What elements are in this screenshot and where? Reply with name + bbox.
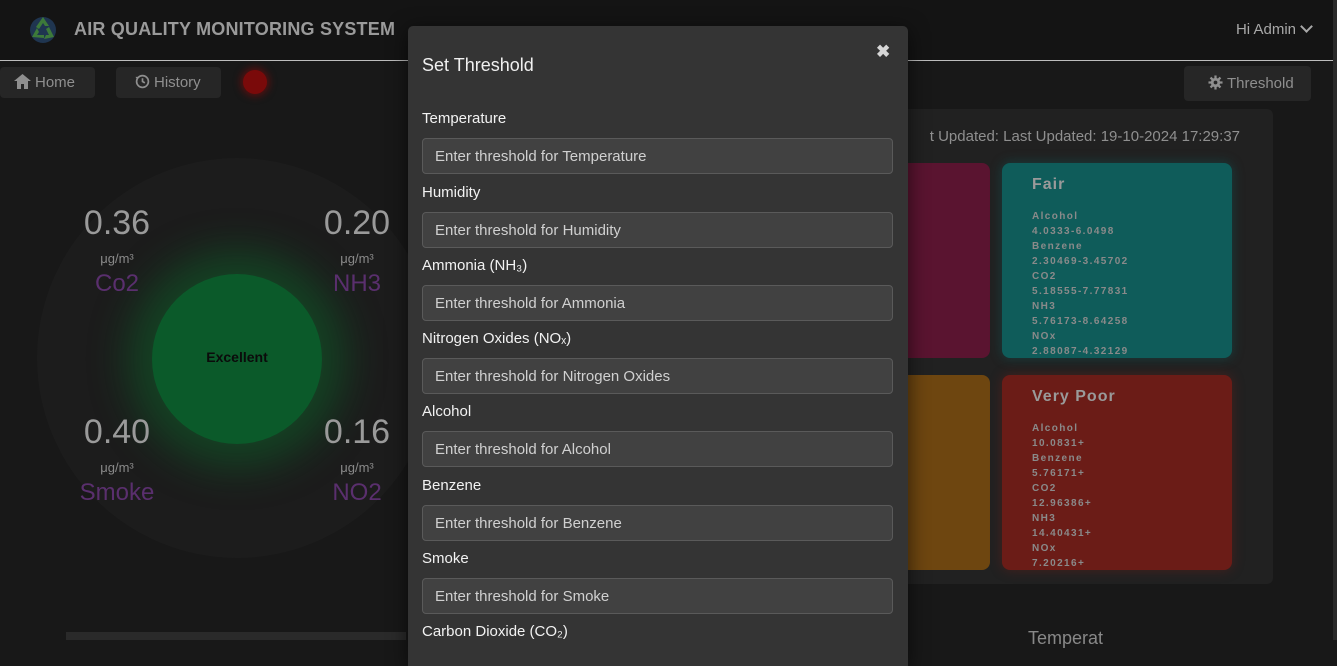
reading-unit: μg/m³ [100,460,134,475]
page-scrollbar[interactable] [1333,0,1337,640]
range-line: 2.30469-3.45702 [1032,256,1129,267]
nitrogen-oxides-input[interactable] [422,358,893,394]
last-updated-text: t Updated: Last Updated: 19-10-2024 17:2… [929,128,1240,145]
reading-name: Co2 [94,270,140,297]
reading-value: 0.20 [323,204,391,242]
gear-icon [1208,75,1223,90]
range-line: NOx [1032,543,1057,554]
field-label-humidity: Humidity [422,184,481,201]
modal-title: Set Threshold [422,55,534,75]
user-menu[interactable]: Hi Admin [1235,20,1313,38]
field-label-alcohol: Alcohol [422,403,472,420]
range-line: Benzene [1032,453,1083,464]
recycle-logo-icon[interactable] [24,11,62,49]
aqi-status-label: Excellent [206,349,268,365]
range-line: 4.0333-6.0498 [1032,226,1115,237]
history-label: History [154,74,201,91]
range-line: 10.0831+ [1032,438,1086,449]
section-heading: Temperat [1028,628,1104,648]
range-line: CO2 [1032,271,1057,282]
temperature-input[interactable] [422,138,893,174]
range-line: 5.18555-7.77831 [1032,286,1129,297]
range-line: 5.76173-8.64258 [1032,316,1129,327]
card-title: Fair [1032,176,1066,193]
field-label-ammonia: Ammonia (NH₃) [422,257,528,274]
history-button[interactable]: History [116,67,221,98]
range-line: 5.76171+ [1032,468,1086,479]
home-label: Home [35,74,76,91]
reading-no2: 0.16 μg/m³ NO2 [297,413,417,507]
reading-name: NH3 [332,270,381,297]
reading-unit: μg/m³ [340,460,374,475]
reading-value: 0.36 [83,204,151,242]
reading-unit: μg/m³ [340,251,374,266]
range-line: Alcohol [1032,211,1079,222]
threshold-button[interactable]: Threshold [1184,66,1311,101]
range-line: NH3 [1032,513,1057,524]
range-line: NH3 [1032,301,1057,312]
humidity-input[interactable] [422,212,893,248]
quality-card-fair: Fair Alcohol 4.0333-6.0498 Benzene 2.304… [1002,163,1232,358]
benzene-input[interactable] [422,505,893,541]
chart-strip [66,632,406,640]
set-threshold-modal: Set Threshold ✖ Temperature Humidity Amm… [408,26,908,666]
reading-name: NO2 [332,479,382,506]
chevron-down-icon [1300,20,1313,33]
range-line: 14.40431+ [1032,528,1093,539]
status-indicator [243,70,267,94]
range-line: 12.96386+ [1032,498,1093,509]
card-ranges: Alcohol 10.0831+ Benzene 5.76171+ CO2 12… [1032,421,1092,571]
field-label-temperature: Temperature [422,110,507,127]
app-title: AIR QUALITY MONITORING SYSTEM [74,19,396,39]
alcohol-input[interactable] [422,431,893,467]
range-line: CO2 [1032,483,1057,494]
card-title: Very Poor [1032,388,1116,405]
home-button[interactable]: Home [0,67,95,98]
ammonia-input[interactable] [422,285,893,321]
reading-smoke: 0.40 μg/m³ Smoke [57,413,177,507]
field-label-carbon-dioxide: Carbon Dioxide (CO₂) [422,623,568,640]
history-icon [135,74,150,89]
field-label-smoke: Smoke [422,550,469,567]
range-line: Alcohol [1032,423,1079,434]
threshold-label: Threshold [1227,75,1294,92]
reading-unit: μg/m³ [100,251,134,266]
range-line: NOx [1032,331,1057,342]
field-label-benzene: Benzene [422,477,482,494]
reading-name: Smoke [79,479,155,506]
quality-card-very-poor: Very Poor Alcohol 10.0831+ Benzene 5.761… [1002,375,1232,570]
range-line: 7.20216+ [1032,558,1086,569]
close-icon[interactable]: ✖ [876,42,890,62]
reading-nh3: 0.20 μg/m³ NH3 [297,204,417,298]
reading-co2: 0.36 μg/m³ Co2 [57,204,177,298]
card-ranges: Alcohol 4.0333-6.0498 Benzene 2.30469-3.… [1032,209,1129,359]
field-label-nitrogen-oxides: Nitrogen Oxides (NOₓ) [422,330,572,347]
home-icon [14,74,31,89]
reading-value: 0.16 [323,413,391,451]
range-line: 2.88087-4.32129 [1032,346,1129,357]
smoke-input[interactable] [422,578,893,614]
user-greeting: Hi Admin [1235,21,1296,38]
reading-value: 0.40 [83,413,151,451]
range-line: Benzene [1032,241,1083,252]
